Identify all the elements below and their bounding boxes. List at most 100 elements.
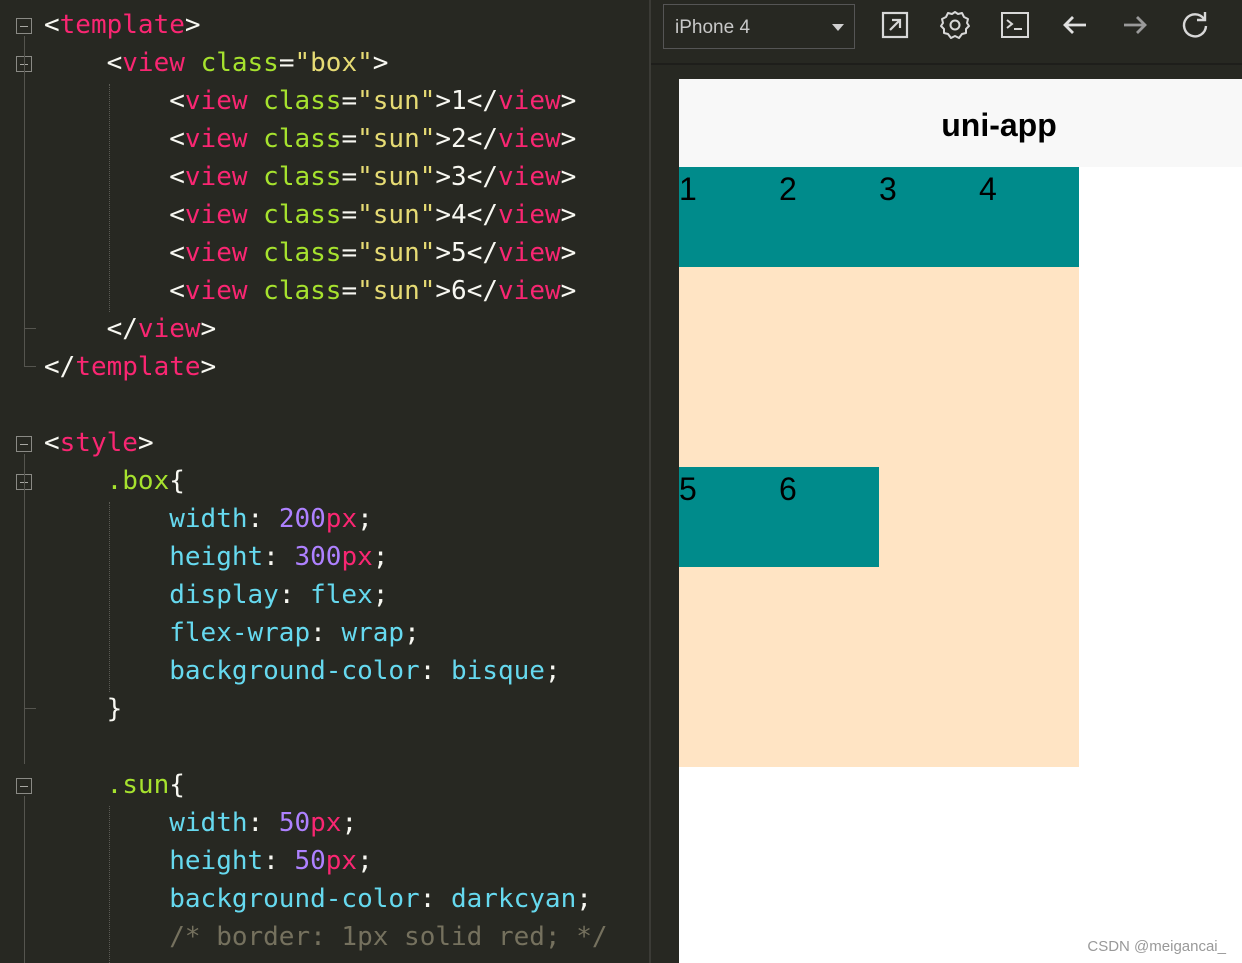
code-token: = — [341, 238, 358, 268]
code-token: px — [325, 504, 358, 534]
code-token: { — [169, 466, 185, 496]
fold-guide — [24, 796, 25, 963]
app-title: uni-app — [941, 107, 1057, 143]
fold-toggle-template[interactable] — [16, 18, 32, 34]
code-token: bisque — [451, 656, 545, 686]
code-line: /* border: 1px solid red; */ — [0, 918, 650, 956]
simulator-screen[interactable]: uni-app 1 2 3 4 5 6 CSDN @meigancai_ — [679, 79, 1242, 963]
code-token: < — [44, 124, 185, 154]
device-select-value: iPhone 4 — [675, 17, 751, 38]
code-token: } — [44, 694, 123, 724]
open-external-icon[interactable] — [879, 9, 911, 41]
code-token: >1</ — [435, 86, 499, 116]
code-line: <view class="sun">6</view> — [0, 272, 650, 310]
code-token: 50 — [278, 808, 311, 838]
code-token: = — [341, 276, 358, 306]
refresh-icon[interactable] — [1179, 9, 1211, 41]
code-token: < — [44, 48, 123, 78]
code-line: <view class="sun">3</view> — [0, 158, 650, 196]
code-line: </view> — [0, 310, 650, 348]
code-token: >6</ — [435, 276, 499, 306]
indent-guide — [109, 806, 110, 963]
code-token: class — [263, 86, 342, 116]
code-token: > — [560, 276, 577, 306]
code-token: : — [419, 884, 451, 914]
code-token: flex — [310, 580, 373, 610]
code-token: >2</ — [435, 124, 499, 154]
code-line: <view class="sun">5</view> — [0, 234, 650, 272]
code-line: background-color: darkcyan; — [0, 880, 650, 918]
fold-toggle-sun-rule[interactable] — [16, 778, 32, 794]
code-token: px — [325, 846, 358, 876]
code-line: .sun{ — [0, 766, 650, 804]
back-arrow-icon[interactable] — [1059, 9, 1091, 41]
code-line: <style> — [0, 424, 650, 462]
code-token: = — [341, 86, 358, 116]
code-token: view — [498, 200, 561, 230]
code-token: < — [44, 428, 60, 458]
settings-icon[interactable] — [939, 9, 971, 41]
code-editor[interactable]: <template> <view class="box"> <view clas… — [0, 0, 650, 963]
forward-arrow-icon[interactable] — [1119, 9, 1151, 41]
sun-box-3: 3 — [879, 167, 979, 267]
code-token: class — [200, 48, 279, 78]
code-token: >5</ — [435, 238, 499, 268]
code-token: "sun" — [357, 162, 436, 192]
code-token: { — [169, 770, 185, 800]
sun-box-2: 2 — [779, 167, 879, 267]
code-token: > — [200, 314, 217, 344]
code-token: < — [44, 86, 185, 116]
terminal-icon[interactable] — [999, 9, 1031, 41]
fold-guide — [24, 454, 25, 764]
chevron-down-icon — [832, 24, 844, 31]
code-token: > — [560, 238, 577, 268]
code-token: < — [44, 276, 185, 306]
code-token: 200 — [278, 504, 326, 534]
code-token: 300 — [294, 542, 342, 572]
app-navigation-bar: uni-app — [679, 79, 1242, 167]
device-select[interactable]: iPhone 4 — [663, 4, 855, 49]
code-token: view — [137, 314, 201, 344]
code-token: ; — [544, 656, 561, 686]
code-token: ; — [341, 808, 358, 838]
code-token: = — [341, 200, 358, 230]
code-token: < — [44, 10, 60, 40]
code-token: "sun" — [357, 238, 436, 268]
code-token: </ — [44, 352, 76, 382]
sun-box-label: 1 — [679, 171, 697, 207]
code-token: ; — [357, 504, 373, 534]
code-token: 50 — [294, 846, 326, 876]
code-token: darkcyan — [451, 884, 577, 914]
code-token: ; — [372, 580, 389, 610]
sun-box-label: 4 — [979, 171, 997, 207]
code-token: /* border: 1px solid red; */ — [169, 922, 608, 952]
code-token: view — [184, 200, 248, 230]
sun-box-label: 3 — [879, 171, 897, 207]
code-line: display: flex; — [0, 576, 650, 614]
code-line: <view class="box"> — [0, 44, 650, 82]
fold-guide — [24, 366, 36, 367]
code-token: view — [498, 86, 561, 116]
code-token: : — [247, 504, 279, 534]
code-token: height — [169, 542, 264, 572]
sun-box-1: 1 — [679, 167, 779, 267]
code-token: = — [278, 48, 295, 78]
sun-box-label: 6 — [779, 471, 797, 507]
fold-guide — [24, 36, 25, 366]
code-token: view — [498, 162, 561, 192]
code-token: </ — [44, 314, 138, 344]
code-token: >3</ — [435, 162, 499, 192]
code-line: <view class="sun">2</view> — [0, 120, 650, 158]
code-token: height — [169, 846, 264, 876]
code-line: width: 200px; — [0, 500, 650, 538]
fold-toggle-style[interactable] — [16, 436, 32, 452]
code-line: } — [0, 690, 650, 728]
code-token: >4</ — [435, 200, 499, 230]
